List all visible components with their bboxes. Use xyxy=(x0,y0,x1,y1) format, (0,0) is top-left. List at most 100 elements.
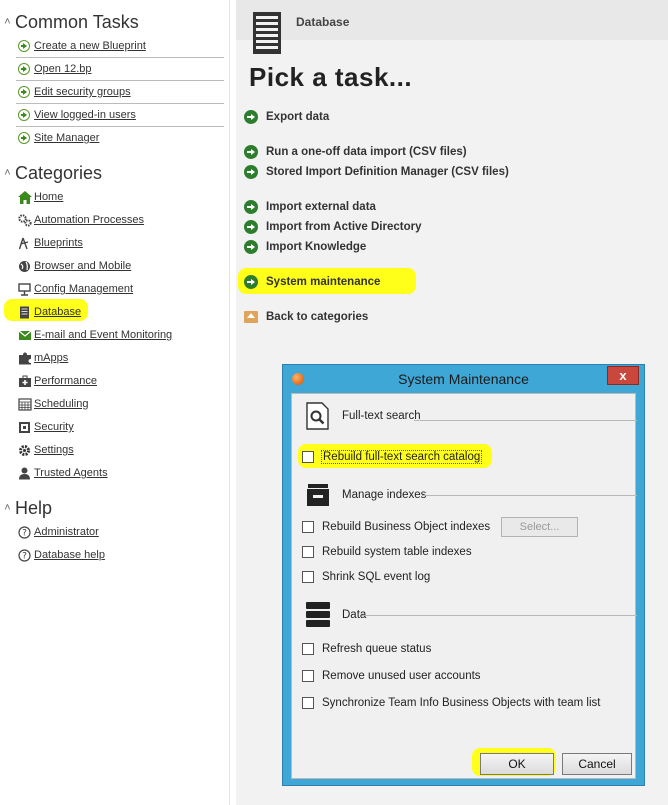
cancel-button[interactable]: Cancel xyxy=(562,753,632,775)
task-label: Import from Active Directory xyxy=(266,221,422,233)
help-administrator[interactable]: ? Administrator xyxy=(18,523,99,541)
select-button[interactable]: Select... xyxy=(501,517,578,537)
common-tasks-header[interactable]: ˄ Common Tasks xyxy=(0,11,138,33)
option-label: Synchronize Team Info Business Objects w… xyxy=(322,697,601,709)
dialog-titlebar[interactable]: System Maintenance x xyxy=(283,365,644,392)
task-system-maintenance[interactable]: System maintenance xyxy=(244,273,380,291)
breadcrumb: Database xyxy=(296,15,350,29)
category-email-event-monitoring[interactable]: E-mail and Event Monitoring xyxy=(18,326,172,344)
task-back-to-categories[interactable]: Back to categories xyxy=(244,308,368,326)
task-label: Import Knowledge xyxy=(266,241,367,253)
rebuild-fulltext-checkbox[interactable] xyxy=(302,451,314,463)
category-label: E-mail and Event Monitoring xyxy=(34,329,173,341)
task-stored-import-manager[interactable]: Stored Import Definition Manager (CSV fi… xyxy=(244,163,509,181)
help-database[interactable]: ? Database help xyxy=(18,546,105,564)
task-import-external[interactable]: Import external data xyxy=(244,198,376,216)
task-label: System maintenance xyxy=(266,276,381,288)
task-create-blueprint[interactable]: Create a new Blueprint xyxy=(18,37,146,55)
rebuild-bo-indexes-checkbox[interactable] xyxy=(302,521,314,533)
category-config-management[interactable]: Config Management xyxy=(18,280,133,298)
task-label: View logged-in users xyxy=(34,109,136,121)
green-arrow-icon xyxy=(18,63,30,75)
group-manage-indexes: Manage indexes xyxy=(304,480,426,510)
option-sync-team-info[interactable]: Synchronize Team Info Business Objects w… xyxy=(302,694,600,712)
drawer-icon xyxy=(307,484,329,506)
lock-icon xyxy=(19,421,30,433)
category-label: Blueprints xyxy=(34,237,83,249)
system-maintenance-dialog: System Maintenance x Full-text search Re… xyxy=(282,364,645,786)
go-arrow-icon xyxy=(244,275,258,289)
category-database[interactable]: Database xyxy=(18,303,81,321)
category-scheduling[interactable]: Scheduling xyxy=(18,395,88,413)
category-label: Performance xyxy=(34,375,97,387)
question-icon: ? xyxy=(18,548,31,562)
task-one-off-import[interactable]: Run a one-off data import (CSV files) xyxy=(244,143,467,161)
category-label: Trusted Agents xyxy=(34,467,108,479)
sidebar: ˄ Common Tasks Create a new Blueprint Op… xyxy=(0,0,230,805)
category-blueprints[interactable]: Blueprints xyxy=(18,234,83,252)
option-remove-unused-accounts[interactable]: Remove unused user accounts xyxy=(302,667,481,685)
puzzle-icon xyxy=(19,352,31,364)
category-label: Security xyxy=(34,421,74,433)
option-rebuild-fulltext[interactable]: Rebuild full-text search catalog xyxy=(302,448,483,466)
task-view-logged-in-users[interactable]: View logged-in users xyxy=(18,106,136,124)
help-label: Database help xyxy=(34,549,105,561)
category-mapps[interactable]: mApps xyxy=(18,349,68,367)
category-label: mApps xyxy=(34,352,69,364)
help-header[interactable]: ˄ Help xyxy=(0,497,52,519)
category-home[interactable]: Home xyxy=(18,188,63,206)
go-arrow-icon xyxy=(244,200,258,214)
collapse-chevron-icon[interactable]: ˄ xyxy=(0,162,15,184)
category-performance[interactable]: Performance xyxy=(18,372,97,390)
collapse-chevron-icon[interactable]: ˄ xyxy=(0,11,15,33)
close-button[interactable]: x xyxy=(607,366,639,385)
task-import-knowledge[interactable]: Import Knowledge xyxy=(244,238,366,256)
task-label: Export data xyxy=(266,111,330,123)
task-open-bp[interactable]: Open 12.bp xyxy=(18,60,92,78)
task-site-manager[interactable]: Site Manager xyxy=(18,129,99,147)
divider xyxy=(16,80,224,81)
option-label: Remove unused user accounts xyxy=(322,670,481,682)
category-label: Settings xyxy=(34,444,74,456)
gears-icon xyxy=(18,213,32,227)
green-arrow-icon xyxy=(18,132,30,144)
task-import-active-directory[interactable]: Import from Active Directory xyxy=(244,218,422,236)
category-automation-processes[interactable]: Automation Processes xyxy=(18,211,144,229)
category-security[interactable]: Security xyxy=(18,418,74,436)
ok-button[interactable]: OK xyxy=(480,753,554,775)
category-trusted-agents[interactable]: Trusted Agents xyxy=(18,464,108,482)
group-label: Manage indexes xyxy=(342,489,427,501)
task-label: Open 12.bp xyxy=(34,63,92,75)
group-divider xyxy=(422,495,637,496)
option-rebuild-bo-indexes[interactable]: Rebuild Business Object indexes xyxy=(302,518,490,536)
category-label: Home xyxy=(34,191,64,203)
task-export-data[interactable]: Export data xyxy=(244,108,329,126)
task-edit-security-groups[interactable]: Edit security groups xyxy=(18,83,131,101)
medkit-icon xyxy=(19,375,31,387)
svg-text:?: ? xyxy=(22,551,27,561)
divider xyxy=(16,57,224,58)
option-rebuild-system-indexes[interactable]: Rebuild system table indexes xyxy=(302,543,472,561)
option-label: Refresh queue status xyxy=(322,643,432,655)
app-window: ˄ Common Tasks Create a new Blueprint Op… xyxy=(0,0,668,805)
go-arrow-icon xyxy=(244,110,258,124)
option-refresh-queue[interactable]: Refresh queue status xyxy=(302,640,431,658)
go-arrow-icon xyxy=(244,220,258,234)
remove-unused-accounts-checkbox[interactable] xyxy=(302,670,314,682)
category-settings[interactable]: Settings xyxy=(18,441,74,459)
task-label: Import external data xyxy=(266,201,376,213)
sync-team-info-checkbox[interactable] xyxy=(302,697,314,709)
categories-header[interactable]: ˄ Categories xyxy=(0,162,102,184)
category-browser-mobile[interactable]: Browser and Mobile xyxy=(18,257,131,275)
refresh-queue-checkbox[interactable] xyxy=(302,643,314,655)
database-icon xyxy=(253,12,281,54)
category-label: Automation Processes xyxy=(34,214,145,226)
option-shrink-sql-log[interactable]: Shrink SQL event log xyxy=(302,568,430,586)
green-arrow-icon xyxy=(18,86,30,98)
group-data: Data xyxy=(304,600,366,630)
shrink-sql-log-checkbox[interactable] xyxy=(302,571,314,583)
rebuild-system-indexes-checkbox[interactable] xyxy=(302,546,314,558)
collapse-chevron-icon[interactable]: ˄ xyxy=(0,497,15,519)
go-arrow-icon xyxy=(244,145,258,159)
question-icon: ? xyxy=(18,525,31,539)
